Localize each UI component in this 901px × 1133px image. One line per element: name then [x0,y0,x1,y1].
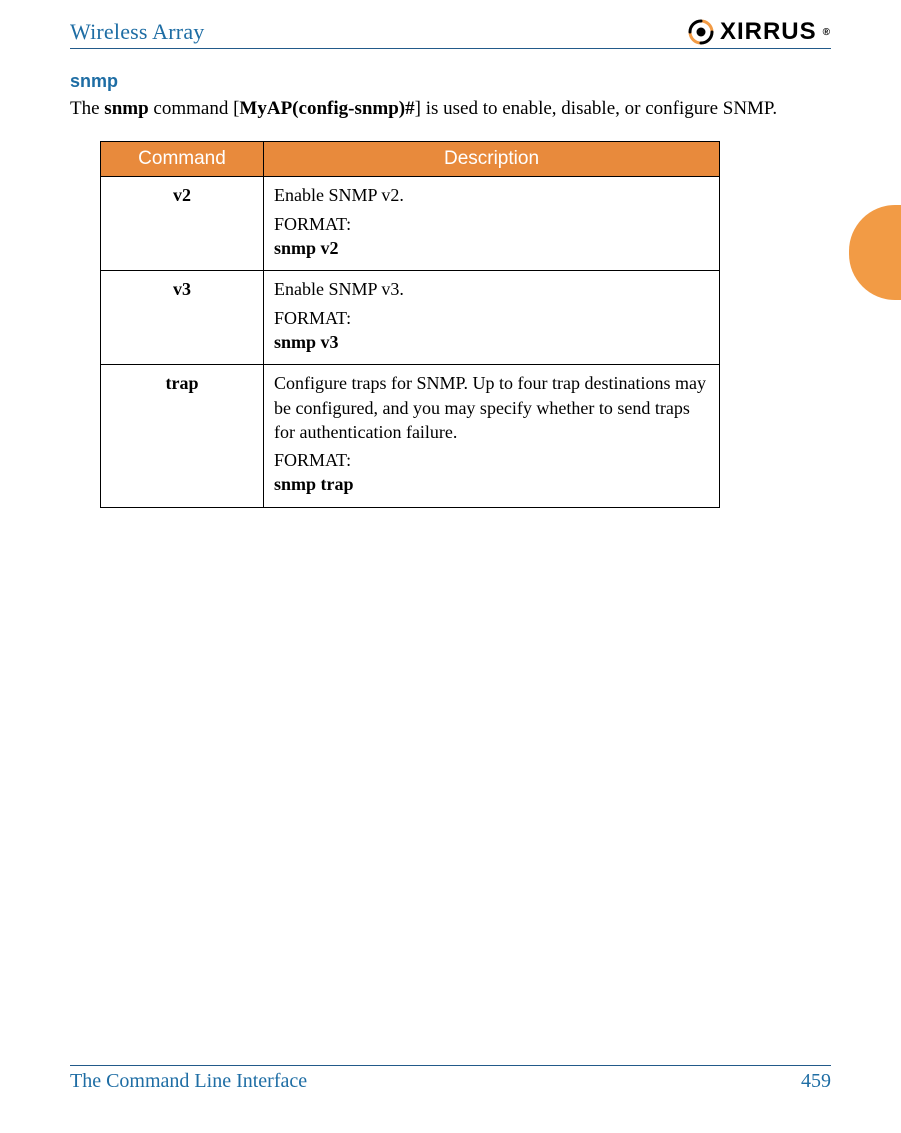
command-table: Command Description v2 Enable SNMP v2. F… [100,141,720,507]
cmd-desc: Enable SNMP v3. FORMAT: snmp v3 [264,271,720,365]
cmd-name: v3 [101,271,264,365]
cmd-name: trap [101,365,264,507]
th-description: Description [264,142,720,177]
footer: The Command Line Interface 459 [70,1065,831,1093]
th-command: Command [101,142,264,177]
table-row: v3 Enable SNMP v3. FORMAT: snmp v3 [101,271,720,365]
footer-page-number: 459 [801,1070,831,1093]
table-row: v2 Enable SNMP v2. FORMAT: snmp v2 [101,177,720,271]
intro-paragraph: The snmp command [MyAP(config-snmp)#] is… [70,94,831,123]
cmd-desc: Enable SNMP v2. FORMAT: snmp v2 [264,177,720,271]
xirrus-logo-icon [686,19,716,45]
brand-logo: XIRRUS ® [686,18,831,46]
cmd-name: v2 [101,177,264,271]
header-row: Wireless Array XIRRUS ® [70,18,831,49]
cmd-desc: Configure traps for SNMP. Up to four tra… [264,365,720,507]
registered-mark-icon: ® [823,27,831,38]
side-tab-icon [849,205,901,300]
brand-text: XIRRUS [720,18,817,46]
table-row: trap Configure traps for SNMP. Up to fou… [101,365,720,507]
table-header-row: Command Description [101,142,720,177]
header-title: Wireless Array [70,19,204,45]
footer-left: The Command Line Interface [70,1070,307,1093]
section-heading: snmp [70,71,831,92]
page: Wireless Array XIRRUS ® snmp The snmp com… [0,0,901,1133]
